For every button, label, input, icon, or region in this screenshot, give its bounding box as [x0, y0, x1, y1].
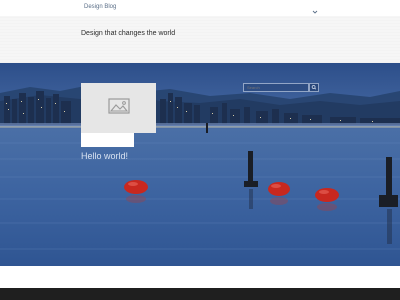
search-button[interactable] — [309, 83, 319, 92]
chevron-down-icon[interactable] — [311, 3, 319, 14]
search-icon — [310, 84, 318, 91]
footer-bar — [0, 288, 400, 300]
post-thumbnail[interactable] — [81, 83, 156, 133]
hero-section: Hello world! — [0, 63, 400, 266]
search-input[interactable] — [243, 83, 309, 92]
content-spacer — [0, 266, 400, 288]
tagline-band: Design that changes the world — [0, 16, 400, 63]
image-icon — [108, 98, 130, 119]
hero-background-photo — [0, 63, 400, 266]
read-more-button[interactable] — [81, 133, 134, 147]
post-title[interactable]: Hello world! — [81, 151, 128, 161]
top-bar: Design Blog — [0, 0, 400, 16]
site-name-link[interactable]: Design Blog — [84, 4, 116, 10]
site-tagline: Design that changes the world — [81, 30, 176, 37]
